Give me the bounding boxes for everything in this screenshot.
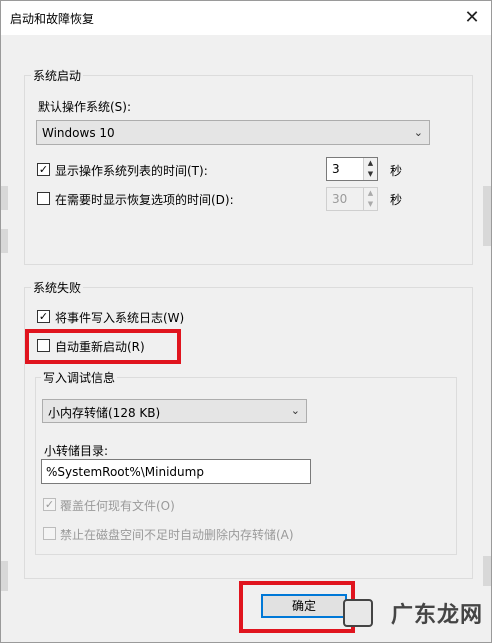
spin-up-icon[interactable]: ▲	[364, 188, 377, 199]
background-strip	[1, 186, 8, 210]
background-strip	[483, 186, 491, 246]
spin-down-icon[interactable]: ▼	[364, 169, 377, 180]
show-recovery-spinner[interactable]: 30 ▲ ▼	[326, 187, 378, 211]
show-os-list-unit: 秒	[390, 164, 403, 178]
default-os-select[interactable]: Windows 10 ⌄	[36, 120, 430, 145]
chevron-down-icon: ⌄	[290, 404, 300, 417]
show-os-list-spinner[interactable]: 3 ▲ ▼	[326, 157, 378, 181]
title-bar: 启动和故障恢复 ✕	[1, 1, 491, 35]
default-os-value: Windows 10	[42, 126, 115, 140]
show-os-list-label: 显示操作系统列表的时间(T):	[55, 164, 208, 178]
disable-auto-delete-label: 禁止在磁盘空间不足时自动删除内存转储(A)	[60, 528, 294, 542]
background-strip	[1, 229, 8, 253]
system-startup-title: 系统启动	[31, 67, 84, 84]
show-recovery-value: 30	[332, 192, 348, 206]
write-event-log-label: 将事件写入系统日志(W)	[55, 311, 185, 325]
show-recovery-checkbox[interactable]	[37, 192, 50, 205]
startup-recovery-dialog: 启动和故障恢复 ✕ 系统启动 默认操作系统(S): Windows 10 ⌄ ✓…	[0, 0, 492, 643]
show-recovery-unit: 秒	[390, 193, 403, 207]
show-os-list-value: 3	[332, 162, 340, 176]
show-recovery-label: 在需要时显示恢复选项的时间(D):	[55, 193, 234, 207]
highlight-box-auto-restart	[25, 329, 181, 364]
background-strip	[483, 556, 491, 586]
overwrite-label: 覆盖任何现有文件(O)	[60, 499, 175, 513]
close-icon[interactable]: ✕	[457, 3, 487, 33]
dump-dir-input[interactable]: %SystemRoot%\Minidump	[41, 459, 311, 484]
spin-down-icon[interactable]: ▼	[364, 199, 377, 210]
debug-info-title: 写入调试信息	[41, 369, 118, 386]
watermark-logo-icon	[343, 599, 373, 627]
spin-up-icon[interactable]: ▲	[364, 158, 377, 169]
chevron-down-icon: ⌄	[413, 126, 423, 139]
overwrite-checkbox[interactable]: ✓	[43, 498, 56, 511]
dump-type-select[interactable]: 小内存转储(128 KB) ⌄	[42, 399, 307, 423]
watermark-text: 广东龙网	[390, 603, 483, 628]
highlight-box-ok	[239, 581, 355, 633]
dialog-title: 启动和故障恢复	[10, 12, 95, 26]
dump-dir-label: 小转储目录:	[44, 444, 109, 458]
show-os-list-checkbox[interactable]: ✓	[37, 163, 50, 176]
background-strip	[1, 561, 8, 591]
system-failure-title: 系统失败	[31, 279, 84, 296]
dump-dir-value: %SystemRoot%\Minidump	[46, 465, 204, 479]
write-event-log-checkbox[interactable]: ✓	[37, 310, 50, 323]
disable-auto-delete-checkbox[interactable]	[43, 527, 56, 540]
default-os-label: 默认操作系统(S):	[38, 100, 132, 114]
dump-type-value: 小内存转储(128 KB)	[48, 406, 161, 420]
